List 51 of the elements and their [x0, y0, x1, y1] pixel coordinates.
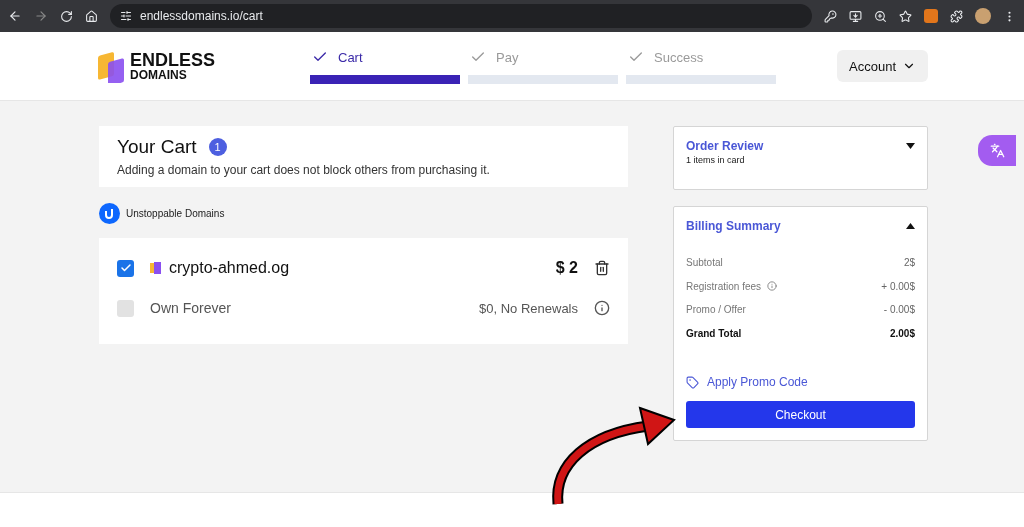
panel-title: Order Review — [686, 139, 764, 153]
star-icon[interactable] — [899, 9, 912, 23]
back-icon[interactable] — [8, 9, 22, 23]
translate-button[interactable] — [978, 135, 1016, 166]
row-value: 2$ — [903, 257, 915, 269]
key-icon[interactable] — [824, 9, 837, 23]
account-button[interactable]: Account — [837, 50, 928, 82]
row-value: - 0.00$ — [883, 304, 915, 316]
forward-icon[interactable] — [34, 9, 48, 23]
item-name: Own Forever — [150, 300, 232, 316]
checkbox[interactable] — [117, 299, 134, 317]
row-label: Subtotal — [686, 257, 723, 269]
row-value: 2.00$ — [889, 327, 915, 339]
trash-icon[interactable] — [594, 260, 610, 276]
provider-name: Unstoppable Domains — [126, 208, 225, 219]
toggle-icon[interactable] — [906, 223, 915, 229]
checkbox[interactable] — [117, 259, 134, 277]
row-value: + 0.00$ — [881, 280, 915, 292]
cart-note: Adding a domain to your cart does not block others from purchasing it. — [117, 163, 491, 177]
row-label: Grand Total — [686, 327, 742, 339]
install-icon[interactable] — [849, 9, 862, 23]
domain-logo-icon — [150, 261, 161, 275]
provider-logo-icon — [99, 203, 120, 224]
checkout-button[interactable]: Checkout — [686, 401, 915, 428]
promo-link[interactable]: Apply Promo Code — [686, 375, 808, 389]
translate-icon — [989, 143, 1005, 158]
url-text: endlessdomains.io/cart — [140, 9, 263, 23]
step-tab[interactable]: Cart — [310, 49, 460, 65]
panel-title: Billing Summary — [686, 219, 781, 233]
check-icon — [119, 262, 132, 274]
toggle-icon[interactable] — [906, 143, 915, 149]
home-icon[interactable] — [85, 9, 98, 23]
reload-icon[interactable] — [60, 9, 73, 23]
tag-icon — [686, 375, 699, 389]
row-label: Registration fees — [686, 280, 762, 292]
address-bar[interactable]: endlessdomains.io/cart — [110, 4, 812, 28]
puzzle-icon[interactable] — [950, 9, 963, 23]
row-label: Promo / Offer — [686, 304, 746, 316]
count-badge: 1 — [208, 138, 227, 156]
site-settings-icon — [120, 10, 132, 22]
info-icon — [767, 281, 778, 292]
logo-icon — [98, 49, 126, 83]
logo-text: ENDLESS DOMAINS — [130, 51, 216, 81]
zoom-icon[interactable] — [874, 9, 887, 23]
item-price: $0, No Renewals — [479, 300, 578, 316]
item-price: $ 2 — [555, 259, 578, 277]
avatar-icon[interactable] — [975, 8, 991, 24]
panel-subtitle: 1 items in card — [686, 155, 746, 165]
item-name: crypto-ahmed.og — [169, 259, 291, 277]
cart-title: Your Cart — [117, 136, 197, 158]
info-icon[interactable] — [594, 300, 610, 316]
